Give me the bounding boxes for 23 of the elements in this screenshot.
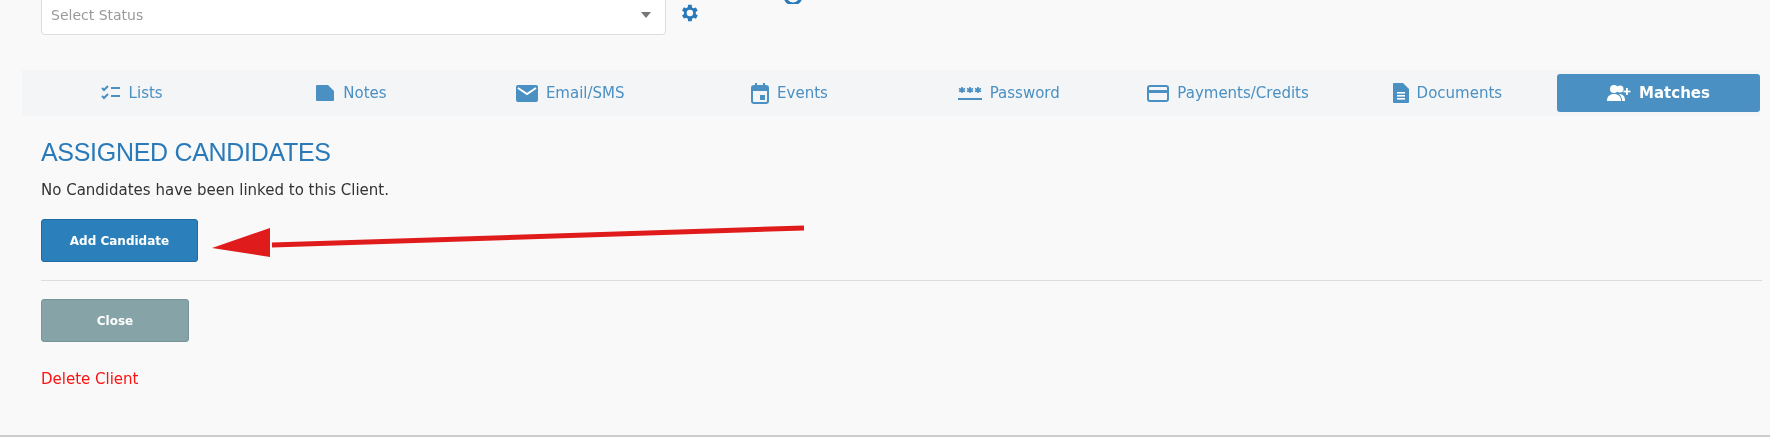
credit-card-icon (1147, 84, 1170, 102)
note-icon (315, 84, 336, 102)
envelope-icon (515, 84, 538, 102)
close-button[interactable]: Close (41, 299, 189, 342)
tab[interactable]: Notes (241, 74, 461, 112)
document-icon (1392, 83, 1409, 103)
password-icon (957, 85, 982, 101)
tab[interactable]: Email/SMS (460, 74, 680, 112)
delete-client-link[interactable]: Delete Client (41, 370, 139, 388)
tab[interactable]: Events (679, 74, 900, 112)
tab[interactable]: Documents (1337, 74, 1557, 112)
checklist-icon (100, 85, 121, 101)
empty-message: No Candidates have been linked to this Client. (41, 181, 390, 199)
tab[interactable]: Matches (1557, 74, 1760, 112)
caret-icon (641, 12, 651, 18)
tab[interactable]: Password (899, 74, 1119, 112)
add-user-icon (1607, 84, 1632, 102)
status-select[interactable]: Select Status (41, 0, 666, 35)
tab[interactable]: Lists (22, 74, 242, 112)
tab[interactable]: Payments/Credits (1118, 74, 1338, 112)
section-title: ASSIGNED CANDIDATES (41, 138, 332, 167)
calendar-icon (751, 82, 770, 104)
add-candidate-button[interactable]: Add Candidate (41, 219, 198, 262)
